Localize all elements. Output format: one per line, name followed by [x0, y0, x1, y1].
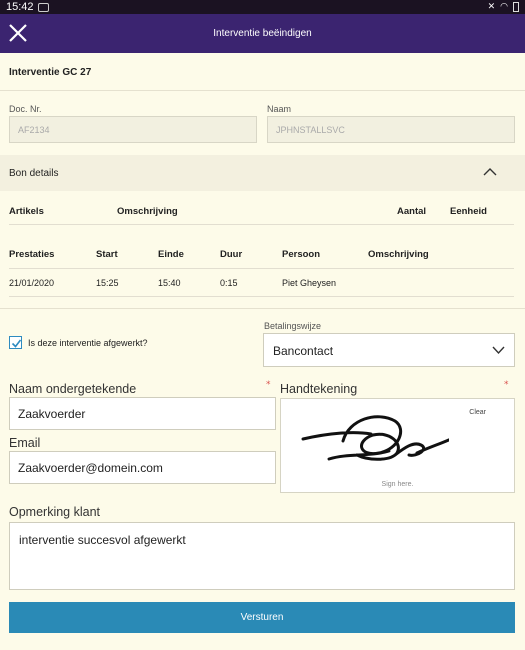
bon-details-toggle[interactable]: Bon details [0, 155, 525, 191]
intervention-title: Interventie GC 27 [9, 67, 92, 78]
divider [9, 296, 514, 297]
opmerking-label: Opmerking klant [9, 505, 101, 519]
opmerking-textarea[interactable]: interventie succesvol afgewerkt [9, 522, 515, 590]
cell-start: 15:25 [96, 278, 119, 288]
battery-icon [513, 2, 519, 12]
page-title: Interventie beëindigen [213, 28, 312, 39]
chevron-down-icon [492, 346, 505, 355]
th-einde: Einde [158, 249, 184, 260]
status-bar: 15:42 ✕ ◠ [0, 0, 525, 14]
cell-persoon: Piet Gheysen [282, 278, 337, 288]
th-duur: Duur [220, 249, 243, 260]
naam-label: Naam [267, 104, 292, 114]
divider [9, 224, 514, 225]
th-persoon: Persoon [282, 249, 321, 260]
signature-pad[interactable]: Clear Sign here. [280, 398, 515, 493]
wifi-icon: ◠ [500, 2, 508, 12]
ondergetekende-label: Naam ondergetekende [9, 382, 137, 396]
clear-signature-button[interactable]: Clear [469, 409, 486, 416]
afgewerkt-checkbox[interactable] [9, 336, 22, 349]
th-omschrijving: Omschrijving [117, 206, 178, 217]
submit-button[interactable]: Versturen [9, 602, 515, 633]
afgewerkt-label: Is deze interventie afgewerkt? [28, 338, 148, 348]
cell-duur: 0:15 [220, 278, 238, 288]
cell-einde: 15:40 [158, 278, 181, 288]
close-icon[interactable] [7, 22, 29, 44]
th-start: Start [96, 249, 118, 260]
naam-field: JPHNSTALLSVC [267, 116, 515, 143]
bon-details-title: Bon details [9, 167, 59, 179]
signature-hint: Sign here. [381, 481, 414, 488]
th-eenheid: Eenheid [450, 206, 487, 217]
divider [0, 308, 525, 309]
th-prestaties: Prestaties [9, 249, 55, 260]
mute-icon: ✕ [487, 2, 496, 12]
th-artikels: Artikels [9, 206, 44, 217]
betalingswijze-select[interactable]: Bancontact [263, 333, 515, 367]
chevron-up-icon [483, 168, 497, 176]
betalingswijze-label: Betalingswijze [264, 321, 322, 331]
doc-nr-field: AF2134 [9, 116, 257, 143]
required-marker: * [266, 380, 271, 390]
ondergetekende-input[interactable]: Zaakvoerder [9, 397, 276, 430]
notification-icon [37, 2, 49, 12]
required-marker: * [504, 380, 509, 390]
handtekening-label: Handtekening [280, 382, 358, 396]
app-bar: Interventie beëindigen [0, 14, 525, 53]
cell-date: 21/01/2020 [9, 278, 55, 288]
doc-nr-label: Doc. Nr. [9, 104, 42, 114]
divider [9, 268, 514, 269]
status-time: 15:42 [6, 1, 34, 13]
th-omschrijving-prestatie: Omschrijving [368, 249, 429, 260]
signature-drawing [301, 415, 449, 461]
betalingswijze-value: Bancontact [273, 344, 334, 358]
th-aantal: Aantal [397, 206, 427, 217]
divider [0, 90, 525, 91]
email-field[interactable]: Zaakvoerder@domein.com [9, 451, 276, 484]
email-label: Email [9, 436, 41, 450]
checkmark-icon [11, 339, 22, 348]
